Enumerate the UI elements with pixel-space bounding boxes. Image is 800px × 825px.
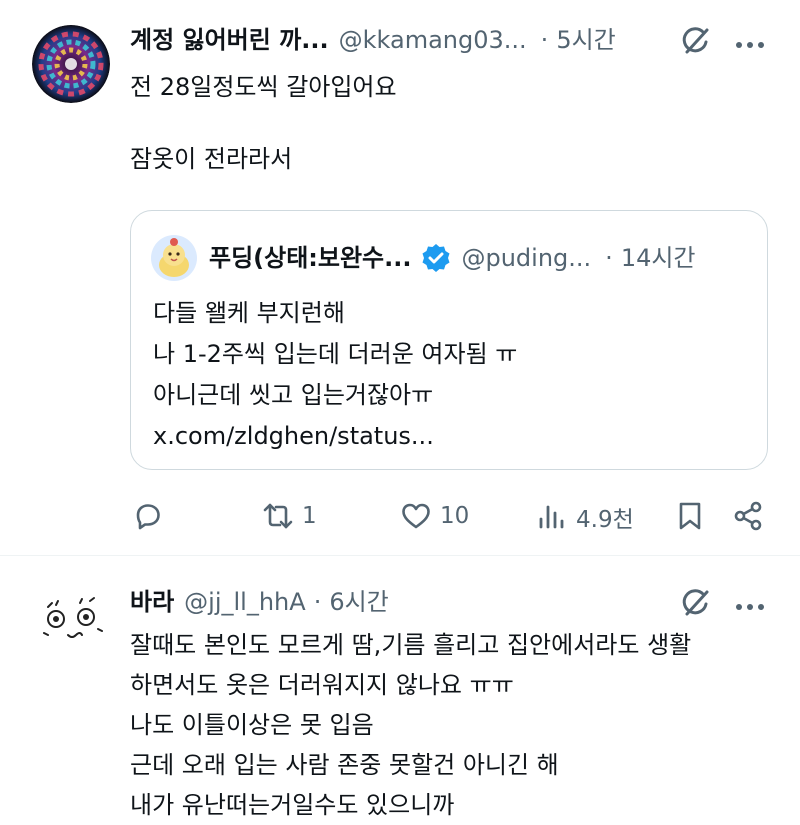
tweet-text: 잘때도 본인도 모르게 땀,기름 흘리고 집안에서라도 생활 하면서도 옷은 더… bbox=[130, 625, 691, 825]
tweet-text: 전 28일정도씩 갈아입어요 잠옷이 전라라서 bbox=[130, 69, 397, 177]
views-count: 4.9천 bbox=[576, 507, 634, 533]
tweet-line: 전 28일정도씩 갈아입어요 bbox=[130, 73, 397, 101]
quote-line: 다들 왤케 부지런해 bbox=[153, 299, 345, 327]
quote-text: 다들 왤케 부지런해 나 1-2주씩 입는데 더러운 여자됨 ㅠ 아니근데 씻고… bbox=[153, 293, 517, 457]
separator: · bbox=[605, 244, 613, 272]
quote-link[interactable]: x.com/zldghen/status... bbox=[153, 416, 517, 457]
timestamp[interactable]: 5시간 bbox=[556, 26, 615, 54]
quote-avatar[interactable] bbox=[151, 235, 197, 281]
tweet-line: 잠옷이 전라라서 bbox=[130, 145, 293, 173]
heart-icon bbox=[402, 503, 430, 529]
like-button[interactable]: 10 bbox=[400, 500, 469, 532]
separator: · bbox=[313, 588, 322, 616]
reply-button[interactable] bbox=[132, 500, 172, 532]
display-name[interactable]: 계정 잃어버린 까... bbox=[130, 26, 329, 54]
verified-badge-icon bbox=[421, 243, 451, 273]
grok-icon[interactable] bbox=[680, 587, 712, 619]
tweet[interactable]: 바라 @jj_ll_hhA · 6시간 잘때도 본인도 모르게 땀,기름 흘리고… bbox=[0, 557, 800, 819]
retweet-button[interactable]: 1 bbox=[262, 500, 317, 532]
quote-tweet[interactable]: 푸딩(상태:보완수... @puding... · 14시간 다들 왤케 부지런… bbox=[130, 210, 768, 470]
avatar[interactable] bbox=[40, 595, 106, 645]
quote-timestamp[interactable]: 14시간 bbox=[621, 244, 696, 272]
quote-line: 아니근데 씻고 입는거잖아ㅠ bbox=[153, 381, 434, 409]
user-handle[interactable]: @jj_ll_hhA bbox=[184, 588, 306, 616]
grok-icon[interactable] bbox=[680, 25, 712, 57]
views-button[interactable]: 4.9천 bbox=[536, 500, 634, 534]
quote-user-handle[interactable]: @puding... bbox=[461, 244, 591, 272]
share-icon bbox=[734, 501, 762, 531]
display-name[interactable]: 바라 bbox=[130, 588, 174, 616]
share-button[interactable] bbox=[732, 500, 764, 532]
tweet-header: 바라 @jj_ll_hhA · 6시간 bbox=[130, 588, 389, 616]
avatar[interactable] bbox=[32, 25, 110, 103]
tweet-line: 내가 유난떠는거일수도 있으니까 bbox=[130, 791, 455, 819]
quote-display-name[interactable]: 푸딩(상태:보완수... bbox=[209, 244, 411, 272]
tweet-line bbox=[130, 105, 397, 141]
views-icon bbox=[539, 505, 564, 529]
user-handle[interactable]: @kkamang03... bbox=[339, 26, 527, 54]
retweet-icon bbox=[263, 503, 293, 529]
tweet-line: 나도 이틀이상은 못 입음 bbox=[130, 711, 374, 739]
reply-icon bbox=[136, 504, 160, 530]
tweet[interactable]: 계정 잃어버린 까... @kkamang03... · 5시간 전 28일정도… bbox=[0, 0, 800, 556]
more-icon[interactable] bbox=[734, 36, 766, 48]
tweet-line: 잘때도 본인도 모르게 땀,기름 흘리고 집안에서라도 생활 bbox=[130, 631, 692, 659]
tweet-header: 계정 잃어버린 까... @kkamang03... · 5시간 bbox=[130, 26, 616, 54]
bookmark-icon bbox=[679, 502, 701, 530]
quote-line: 나 1-2주씩 입는데 더러운 여자됨 ㅠ bbox=[153, 340, 518, 368]
like-count: 10 bbox=[440, 503, 470, 529]
tweet-line: 근데 오래 입는 사람 존중 못할건 아니긴 해 bbox=[130, 751, 559, 779]
tweet-actions: 1 10 4.9천 bbox=[0, 492, 800, 542]
more-icon[interactable] bbox=[734, 598, 766, 610]
bookmark-button[interactable] bbox=[674, 500, 706, 532]
quote-header: 푸딩(상태:보완수... @puding... · 14시간 bbox=[209, 243, 696, 273]
timestamp[interactable]: 6시간 bbox=[329, 588, 388, 616]
retweet-count: 1 bbox=[302, 503, 317, 529]
separator: · bbox=[540, 26, 549, 54]
tweet-line: 하면서도 옷은 더러워지지 않나요 ㅠㅠ bbox=[130, 671, 514, 699]
